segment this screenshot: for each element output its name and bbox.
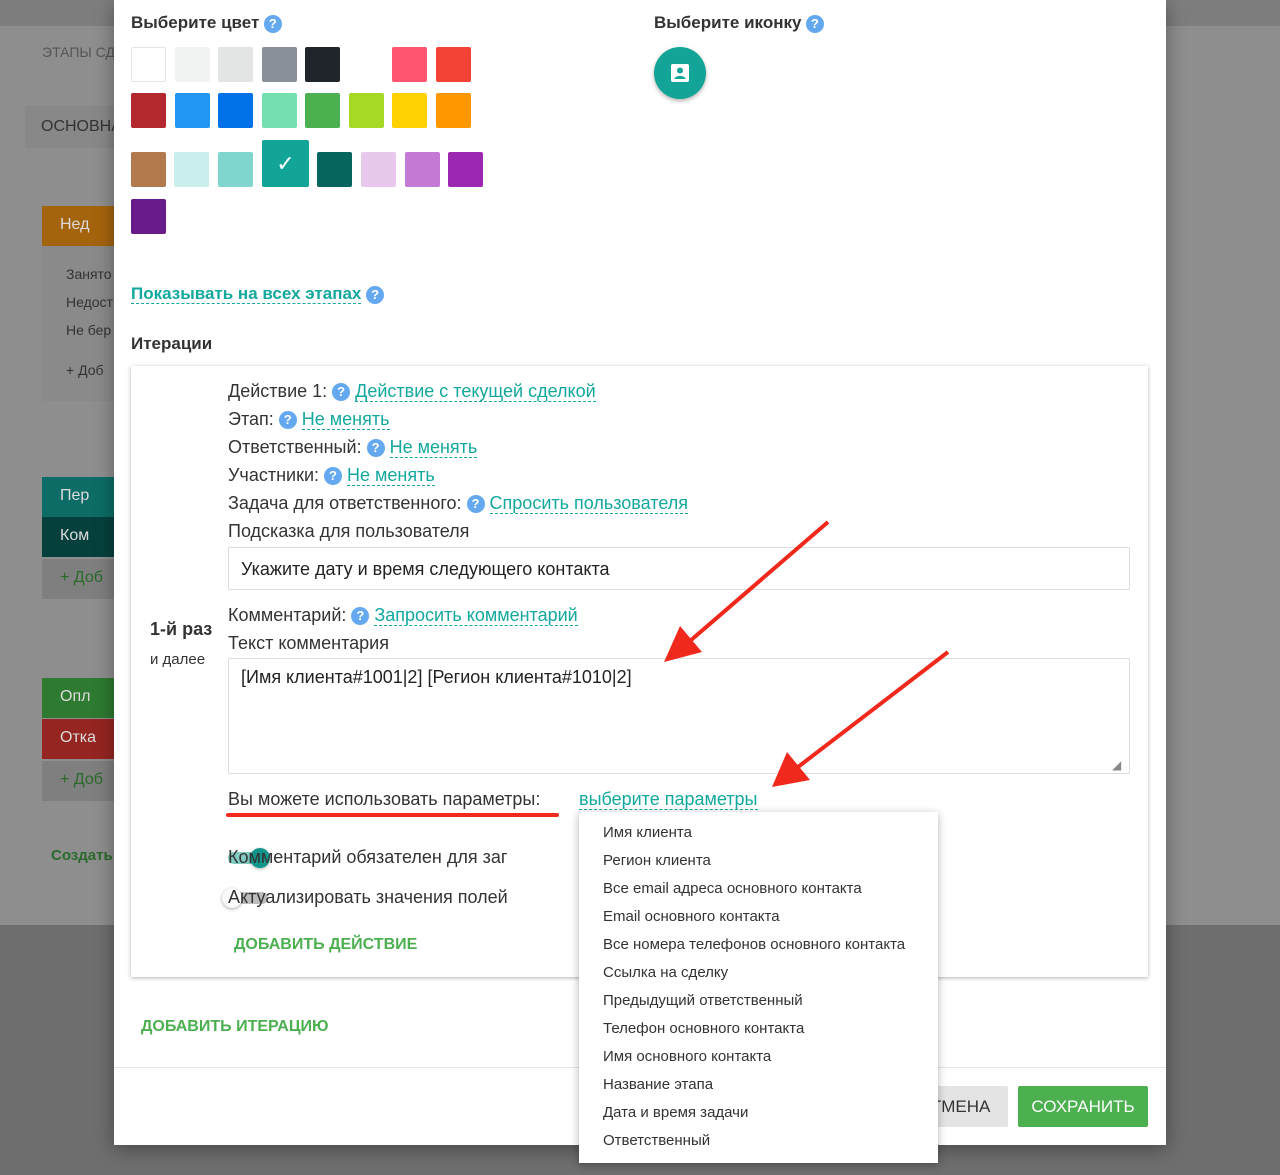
annotation-arrow bbox=[664, 520, 830, 662]
annotation-arrow bbox=[772, 650, 950, 787]
annotation-overlay bbox=[226, 520, 950, 817]
